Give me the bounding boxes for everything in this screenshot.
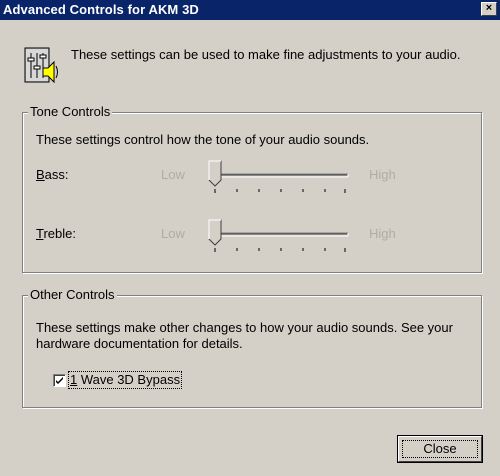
- bass-high-label: High: [369, 167, 396, 182]
- title-close-button[interactable]: ×: [481, 2, 497, 16]
- close-button-label: Close: [402, 440, 478, 458]
- title-bar[interactable]: Advanced Controls for AKM 3D ×: [0, 0, 500, 20]
- tone-controls-description: These settings control how the tone of y…: [36, 132, 370, 147]
- advanced-controls-dialog: Advanced Controls for AKM 3D × These set…: [0, 0, 500, 476]
- bass-low-label: Low: [161, 167, 185, 182]
- wave-3d-bypass-checkbox[interactable]: [53, 374, 66, 387]
- checkmark-icon: [56, 377, 63, 384]
- bass-label: Bass:: [36, 167, 69, 182]
- intro-text: These settings can be used to make fine …: [71, 47, 461, 62]
- window-title: Advanced Controls for AKM 3D: [3, 2, 199, 17]
- treble-low-label: Low: [161, 226, 185, 241]
- close-icon: ×: [485, 2, 493, 14]
- treble-high-label: High: [369, 226, 396, 241]
- close-button[interactable]: Close: [398, 436, 482, 462]
- audio-settings-speaker-icon: [24, 47, 58, 84]
- other-controls-group-label: Other Controls: [28, 287, 117, 302]
- wave-3d-bypass-label[interactable]: 1 Wave 3D Bypass: [68, 371, 183, 389]
- treble-slider[interactable]: [206, 219, 366, 255]
- tone-controls-group-label: Tone Controls: [28, 104, 113, 119]
- other-controls-description: These settings make other changes to how…: [36, 320, 453, 351]
- bass-slider[interactable]: [206, 160, 366, 196]
- treble-label: Treble:: [36, 226, 76, 241]
